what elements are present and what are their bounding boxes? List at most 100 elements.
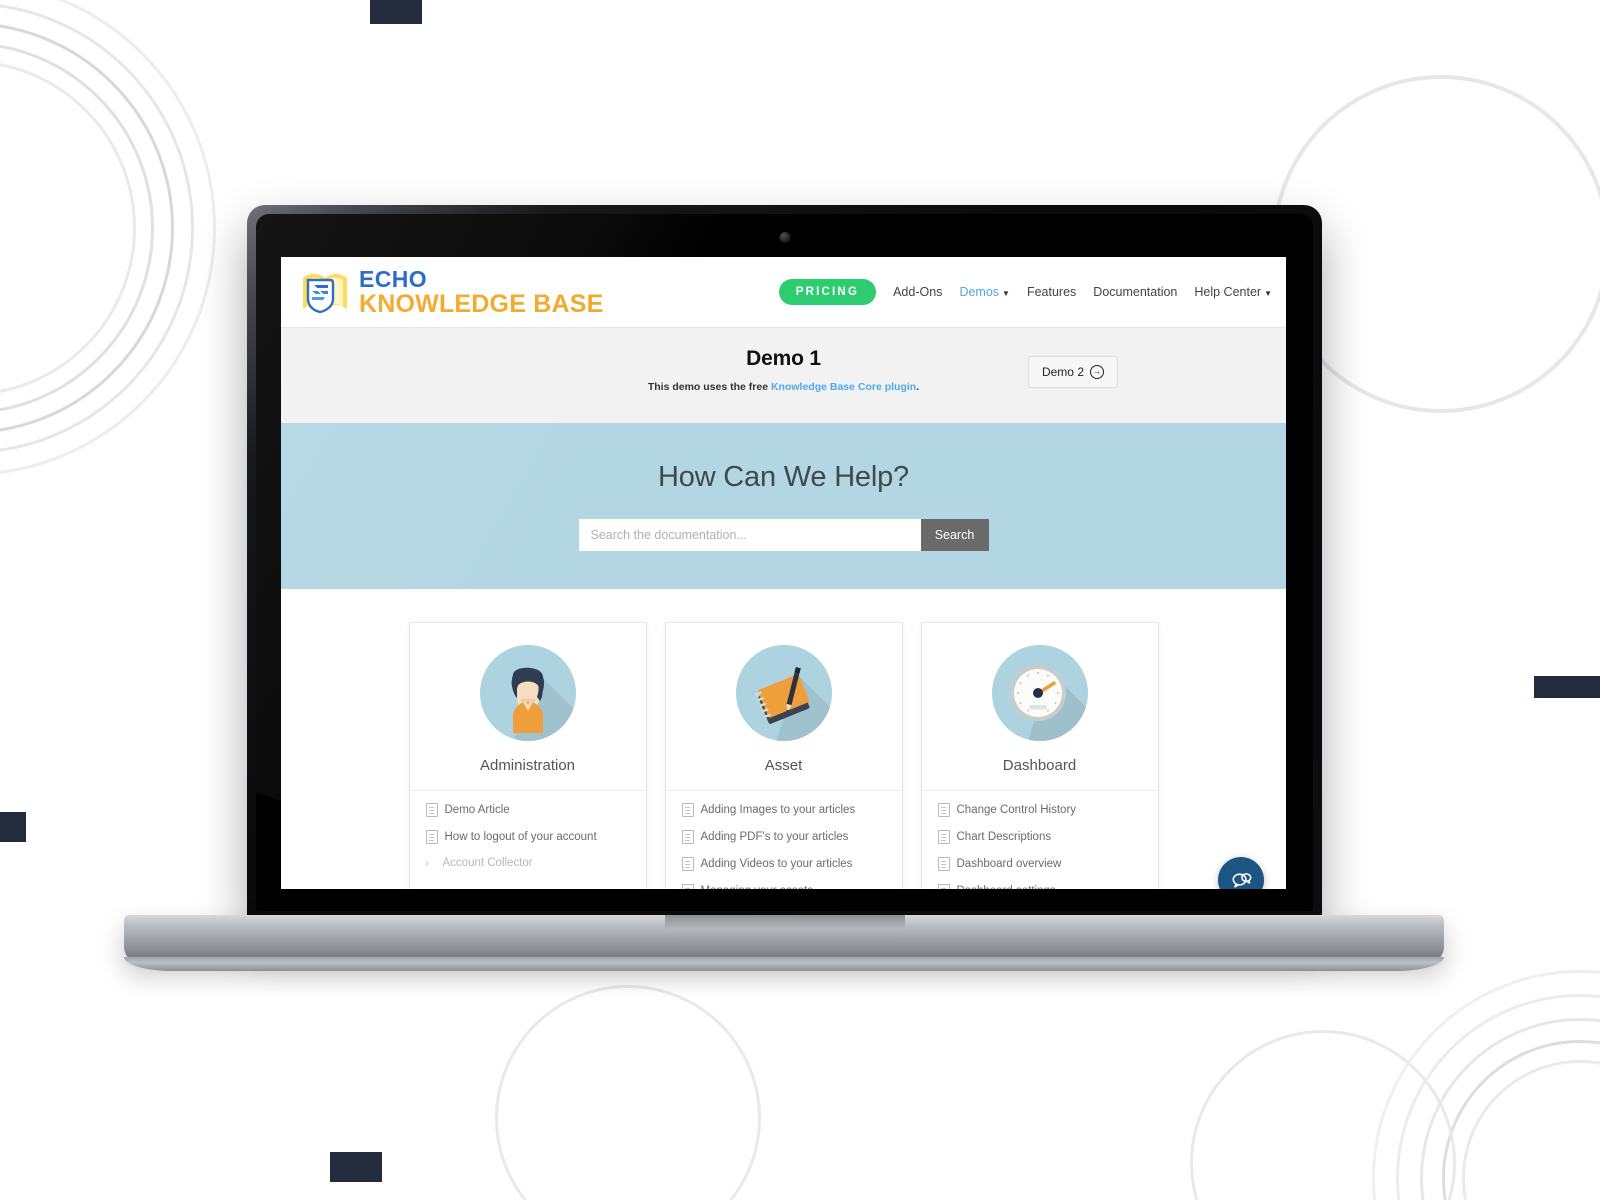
speedometer-gauge-icon [991,645,1088,741]
article-label: Dashboard overview [956,858,1062,870]
demo-subtitle-suffix: . [916,381,920,393]
webcam-icon [779,232,790,243]
list-item[interactable]: Dashboard overview [937,857,1158,871]
decor-ring [1190,1030,1456,1200]
article-list: Adding Images to your articles Adding PD… [665,790,902,889]
browser-viewport: ECHO KNOWLEDGE BASE PRICING Add-Ons Demo… [281,257,1286,889]
decor-ring [1442,1040,1600,1200]
document-icon [681,884,694,889]
laptop-base-lip [124,957,1444,971]
nav-label: Help Center [1194,285,1262,299]
article-list: Demo Article How to logout of your accou… [409,790,646,869]
article-label: Adding PDF's to your articles [700,831,849,843]
main-navigation: PRICING Add-Ons Demos ▼ Features Document… [778,279,1272,305]
demo-subtitle-prefix: This demo uses the free [647,381,771,393]
list-item[interactable]: Demo Article [425,803,646,817]
search-form: Search [578,519,989,551]
demo-bar: Demo 1 This demo uses the free Knowledge… [281,327,1286,423]
category-title: Dashboard [1002,757,1077,774]
decor-square [0,812,26,842]
article-label: Change Control History [956,804,1077,816]
decor-ring [495,985,761,1200]
list-item[interactable]: Adding PDF's to your articles [681,830,902,844]
decor-ring [1420,1018,1600,1200]
nav-label: Documentation [1093,285,1178,299]
article-label: Adding Images to your articles [700,804,856,816]
decor-ring [1372,970,1600,1200]
document-icon [681,830,694,844]
chevron-right-icon: › [425,857,429,869]
nav-item-help-center[interactable]: Help Center ▼ [1194,285,1272,299]
logo-text-echo: ECHO [359,265,428,292]
decor-square [1534,676,1600,698]
nav-label: Features [1026,285,1077,299]
chat-bubbles-icon [1231,872,1251,888]
subcategory-label: Account Collector [442,857,533,869]
search-input[interactable] [578,519,921,551]
category-card-grid: Administration Demo Article How to logou… [281,589,1286,889]
decor-ring [0,22,174,434]
pricing-button[interactable]: PRICING [778,279,877,305]
nav-item-demos[interactable]: Demos ▼ [959,285,1010,299]
laptop-base-notch [664,915,905,941]
hero-section: How Can We Help? Search [281,423,1286,589]
open-book-logo-icon [299,266,351,318]
decor-square [370,0,422,24]
nav-label: Demos [959,285,1000,299]
laptop-mockup: ECHO KNOWLEDGE BASE PRICING Add-Ons Demo… [124,205,1444,971]
site-logo[interactable]: ECHO KNOWLEDGE BASE [299,266,603,318]
document-icon [937,884,950,889]
category-card-administration[interactable]: Administration Demo Article How to logou… [408,622,647,889]
nav-label: Add-Ons [893,285,943,299]
notebook-pencil-icon [735,645,832,741]
decor-ring [1462,1060,1600,1200]
document-icon [681,857,694,871]
search-button[interactable]: Search [920,519,989,551]
list-item[interactable]: Chart Descriptions [937,830,1158,844]
category-card-asset[interactable]: Asset Adding Images to your articles Add… [664,622,903,889]
list-item[interactable]: › Account Collector [426,857,646,869]
article-label: Adding Videos to your articles [700,858,853,870]
nav-item-documentation[interactable]: Documentation [1093,285,1177,299]
list-item[interactable]: Change Control History [937,803,1158,817]
nav-item-features[interactable]: Features [1027,285,1076,299]
category-title: Administration [479,757,576,774]
demo-subtitle: This demo uses the free Knowledge Base C… [281,381,1286,393]
chevron-down-icon: ▼ [1264,289,1272,298]
decor-ring [0,0,216,476]
page-title: Demo 1 [746,347,821,370]
list-item[interactable]: Managing your assets [681,884,902,889]
decor-square [330,1152,382,1182]
list-item[interactable]: Adding Videos to your articles [681,857,902,871]
decor-ring [0,42,154,414]
laptop-lid: ECHO KNOWLEDGE BASE PRICING Add-Ons Demo… [247,205,1322,920]
demo-2-button[interactable]: Demo 2 → [1027,356,1118,388]
article-label: How to logout of your account [444,831,597,843]
arrow-right-circle-icon: → [1090,365,1104,379]
category-title: Asset [764,757,803,774]
document-icon [937,803,950,817]
document-icon [425,803,438,817]
core-plugin-link[interactable]: Knowledge Base Core plugin [771,381,916,393]
document-icon [937,857,950,871]
list-item[interactable]: How to logout of your account [425,830,646,844]
article-label: Chart Descriptions [956,831,1052,843]
category-card-dashboard[interactable]: Dashboard Change Control History Chart D… [920,622,1159,889]
nav-item-add-ons[interactable]: Add-Ons [893,285,942,299]
article-label: Dashboard settings [957,885,1056,889]
person-avatar-icon [479,645,576,741]
document-icon [425,830,438,844]
article-label: Demo Article [444,804,510,816]
hero-heading: How Can We Help? [658,461,909,493]
decor-ring [1396,994,1600,1200]
logo-text-knowledge-base: KNOWLEDGE BASE [359,289,604,318]
chevron-down-icon: ▼ [1002,289,1010,298]
document-icon [681,803,694,817]
document-icon [937,830,950,844]
article-label: Managing your assets [701,885,814,889]
decor-ring [0,60,136,396]
demo-2-label: Demo 2 [1041,365,1084,379]
list-item[interactable]: Dashboard settings [937,884,1158,889]
list-item[interactable]: Adding Images to your articles [681,803,902,817]
article-list: Change Control History Chart Description… [921,790,1158,889]
